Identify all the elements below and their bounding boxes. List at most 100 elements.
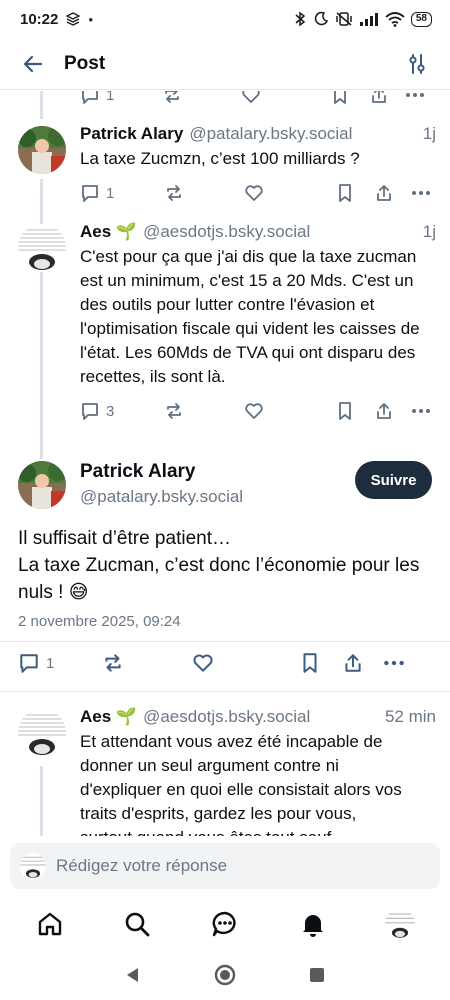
comment-icon (82, 403, 98, 420)
more-icon (384, 660, 404, 666)
reply-action[interactable]: 1 (80, 183, 164, 203)
user-avatar-image (385, 909, 416, 939)
repost-action[interactable] (164, 183, 244, 203)
author-handle[interactable]: @aesdotjs.bsky.social (143, 221, 310, 243)
reply-count: 3 (106, 402, 115, 420)
home-icon (38, 912, 61, 936)
bookmark-icon (334, 91, 347, 104)
clock: 10:22 (20, 10, 59, 28)
post-time: 1j (422, 222, 436, 241)
home-circle-icon[interactable] (214, 964, 236, 986)
reply-count: 1 (106, 184, 115, 202)
like-action[interactable] (244, 183, 336, 203)
divider (0, 641, 450, 642)
repost-icon (167, 185, 181, 201)
reply-post[interactable]: Aes 🌱 @aesdotjs.bsky.social 1j C'est pou… (0, 221, 450, 451)
recents-square-icon[interactable] (308, 966, 326, 984)
bookmark-action[interactable] (336, 401, 374, 421)
actions-row: 3 (80, 399, 436, 423)
avatar[interactable] (18, 461, 66, 509)
bluetooth-icon (295, 11, 306, 27)
actions-row: 1 (80, 181, 436, 205)
nav-chat[interactable] (203, 902, 247, 946)
like-action[interactable] (241, 91, 331, 105)
post-time: 1j (422, 124, 436, 143)
reply-count: 1 (106, 91, 115, 104)
nav-notifications[interactable] (291, 902, 335, 946)
thread-settings-button[interactable] (402, 49, 432, 79)
comment-icon (20, 654, 38, 673)
like-action[interactable] (244, 401, 336, 421)
page-title: Post (64, 52, 106, 74)
status-bar: 10:22 ● 58 (0, 0, 450, 38)
share-icon (371, 91, 386, 103)
bell-icon (302, 915, 323, 937)
repost-action[interactable] (164, 401, 244, 421)
author-handle[interactable]: @aesdotjs.bsky.social (143, 706, 310, 728)
avatar[interactable] (18, 126, 66, 174)
bottom-nav (0, 898, 450, 950)
heart-icon (193, 654, 213, 672)
heart-icon (242, 91, 260, 103)
user-avatar-image (20, 853, 46, 879)
more-icon (406, 93, 424, 97)
repost-icon (105, 654, 121, 672)
post-body-line: La taxe Zucman, c’est donc l’économie po… (18, 555, 420, 603)
vibrate-off-icon (336, 12, 352, 26)
avatar[interactable] (18, 224, 66, 272)
repost-icon (165, 91, 180, 103)
author-name[interactable]: Patrick Alary (80, 461, 195, 483)
share-action[interactable] (374, 401, 410, 421)
arrow-left-icon (23, 55, 43, 72)
repost-icon (167, 403, 181, 419)
share-action[interactable] (342, 652, 382, 674)
heart-icon (245, 185, 263, 201)
more-action[interactable] (404, 91, 426, 105)
reply-action[interactable]: 3 (80, 401, 164, 421)
author-name[interactable]: Aes 🌱 (80, 706, 137, 728)
author-name[interactable]: Aes 🌱 (80, 221, 137, 243)
author-handle[interactable]: @patalary.bsky.social (189, 123, 352, 145)
share-action[interactable] (374, 183, 410, 203)
comment-icon (82, 185, 98, 202)
avatar (20, 853, 46, 879)
post-text: Et attendant vous avez été incapable de … (80, 732, 402, 836)
more-action[interactable] (410, 401, 432, 421)
bookmark-action[interactable] (300, 652, 342, 674)
avatar[interactable] (18, 709, 66, 757)
bookmark-action[interactable] (331, 91, 368, 105)
more-icon (412, 409, 430, 413)
author-handle[interactable]: @patalary.bsky.social (80, 487, 243, 507)
patrick-avatar-image (18, 126, 66, 174)
more-action[interactable] (382, 652, 406, 674)
bookmark-icon (303, 653, 317, 673)
sliders-icon (409, 53, 425, 74)
repost-action[interactable] (162, 91, 241, 105)
stack-icon (66, 12, 81, 26)
nav-search[interactable] (115, 902, 159, 946)
back-button[interactable] (18, 49, 48, 79)
more-action[interactable] (410, 183, 432, 203)
aes-avatar-image (18, 709, 66, 757)
reply-count: 1 (46, 654, 55, 672)
share-action[interactable] (369, 91, 404, 105)
back-triangle-icon[interactable] (124, 966, 142, 984)
reply-action[interactable]: 1 (80, 91, 162, 105)
chat-bubble-icon (212, 911, 236, 937)
reply-action[interactable]: 1 (18, 652, 102, 674)
follow-button[interactable]: Suivre (355, 461, 432, 499)
divider (0, 691, 450, 692)
nav-profile[interactable] (378, 902, 422, 946)
share-icon (377, 185, 391, 201)
repost-action[interactable] (102, 652, 192, 674)
bookmark-action[interactable] (336, 183, 374, 203)
bookmark-icon (339, 184, 351, 202)
author-name[interactable]: Patrick Alary (80, 123, 183, 145)
like-action[interactable] (192, 652, 300, 674)
reply-post[interactable]: Patrick Alary @patalary.bsky.social 1j L… (0, 123, 450, 209)
reply-composer[interactable]: Rédigez votre réponse (10, 843, 440, 889)
thread-feed[interactable]: 1 Patrick Alary @patalary.bsky.social 1j… (0, 91, 450, 836)
avatar (385, 909, 416, 939)
reply-post[interactable]: Aes 🌱 @aesdotjs.bsky.social 52 min Et at… (0, 706, 450, 836)
nav-home[interactable] (28, 902, 72, 946)
